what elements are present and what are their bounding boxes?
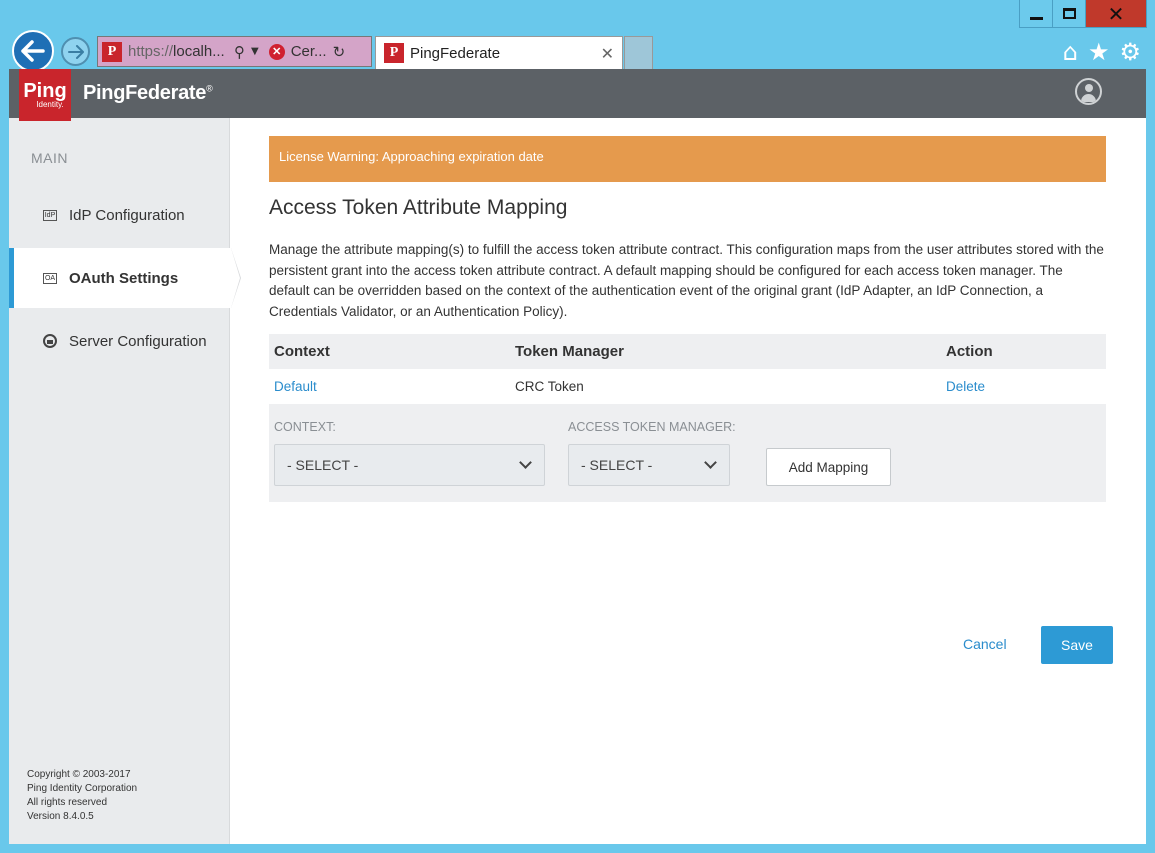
forward-button[interactable] [61,37,90,66]
main-content: License Warning: Approaching expiration … [269,136,1106,502]
server-icon [41,334,59,348]
app-header: Ping Identity. PingFederate® [9,69,1146,121]
app-window: Ping Identity. PingFederate® MAIN IdP Id… [9,69,1146,844]
page-description: Manage the attribute mapping(s) to fulfi… [269,242,1104,319]
sidebar-item-server-configuration[interactable]: Server Configuration [9,311,230,371]
manager-select-value: - SELECT - [581,457,653,473]
logo-ping-text: Ping [23,80,67,102]
chevron-down-icon [519,456,532,469]
arrow-left-icon [21,40,45,62]
brand-title: PingFederate® [83,82,213,105]
token-manager-cell: CRC Token [515,379,584,394]
sidebar-item-label: OAuth Settings [69,269,179,287]
license-warning-banner: License Warning: Approaching expiration … [269,136,1106,182]
mapping-table: Context Token Manager Action Default CRC… [269,334,1106,502]
add-mapping-panel: CONTEXT: - SELECT - ACCESS TOKEN MANAGER… [269,404,1106,502]
copyright-line: Copyright © 2003-2017 [27,769,131,780]
sidebar-item-label: Server Configuration [69,332,207,350]
context-select[interactable]: - SELECT - [274,444,545,486]
gear-icon[interactable]: ⚙ [1119,38,1141,66]
address-url[interactable]: https://localh... [128,43,228,60]
access-token-manager-label: ACCESS TOKEN MANAGER: [568,420,736,434]
header-action: Action [946,343,993,360]
sidebar-item-label: IdP Configuration [69,206,185,224]
table-row: Default CRC Token Delete [269,369,1106,404]
chevron-down-icon [704,456,717,469]
context-default-link[interactable]: Default [274,379,317,394]
tab-close-icon[interactable]: ✕ [601,44,614,63]
pingfederate-tab-favicon-icon: P [384,43,404,63]
url-protocol: https:// [128,43,174,60]
refresh-icon[interactable]: ↻ [333,43,346,61]
copyright-notice: Copyright © 2003-2017 Ping Identity Corp… [27,768,137,824]
header-context: Context [274,343,330,360]
close-window-button[interactable]: ✕ [1086,0,1146,27]
oauth-icon: OA [41,271,59,285]
maximize-icon [1062,8,1076,19]
pingfederate-favicon-icon: P [102,41,122,62]
user-avatar-icon[interactable] [1075,78,1102,105]
url-host: localh... [173,43,225,60]
sidebar-item-idp-configuration[interactable]: IdP IdP Configuration [9,185,230,245]
back-button[interactable] [12,30,54,72]
sidebar-heading: MAIN [31,150,68,166]
brand-name: PingFederate [83,82,207,104]
close-icon: ✕ [1107,1,1125,26]
cancel-button[interactable]: Cancel [963,636,1007,652]
search-icon[interactable]: ⚲ [234,43,245,61]
new-tab-button[interactable] [624,36,653,69]
copyright-line: All rights reserved [27,797,108,808]
oauth-icon-text: OA [42,272,58,284]
dropdown-icon[interactable]: ▼ [251,46,259,57]
version-line: Version 8.4.0.5 [27,811,94,822]
certificate-error-text[interactable]: Cer... [291,43,327,60]
logo-identity-text: Identity. [36,100,64,109]
ping-identity-logo[interactable]: Ping Identity. [19,69,71,121]
access-token-manager-select[interactable]: - SELECT - [568,444,730,486]
context-label: CONTEXT: [274,420,336,434]
certificate-error-icon[interactable]: ✕ [268,43,285,60]
brand-registered-mark: ® [206,83,213,94]
window-controls: ✕ [1019,0,1147,28]
add-mapping-button[interactable]: Add Mapping [766,448,891,486]
page-title: Access Token Attribute Mapping [269,196,568,219]
delete-link[interactable]: Delete [946,379,985,394]
copyright-line: Ping Identity Corporation [27,783,138,794]
address-bar[interactable]: P https://localh... ⚲ ▼ ✕ Cer... ↻ [97,36,372,67]
tab-title: PingFederate [410,44,501,62]
sidebar-item-oauth-settings[interactable]: OA OAuth Settings [9,248,241,308]
favorites-star-icon[interactable]: ★ [1088,38,1110,66]
arrow-right-icon [67,44,84,59]
maximize-button[interactable] [1053,0,1086,27]
sidebar: MAIN IdP IdP Configuration OA OAuth Sett… [9,118,241,844]
idp-icon-text: IdP [42,209,58,221]
save-button[interactable]: Save [1041,626,1113,664]
minimize-button[interactable] [1020,0,1053,27]
idp-icon: IdP [41,208,59,222]
browser-toolbar: ⌂ ★ ⚙ [1063,38,1141,66]
minimize-icon [1029,17,1043,20]
home-icon[interactable]: ⌂ [1063,38,1078,66]
table-header: Context Token Manager Action [269,334,1106,369]
browser-tab-pingfederate[interactable]: P PingFederate ✕ [375,36,623,69]
header-token-manager: Token Manager [515,343,624,360]
context-select-value: - SELECT - [287,457,359,473]
